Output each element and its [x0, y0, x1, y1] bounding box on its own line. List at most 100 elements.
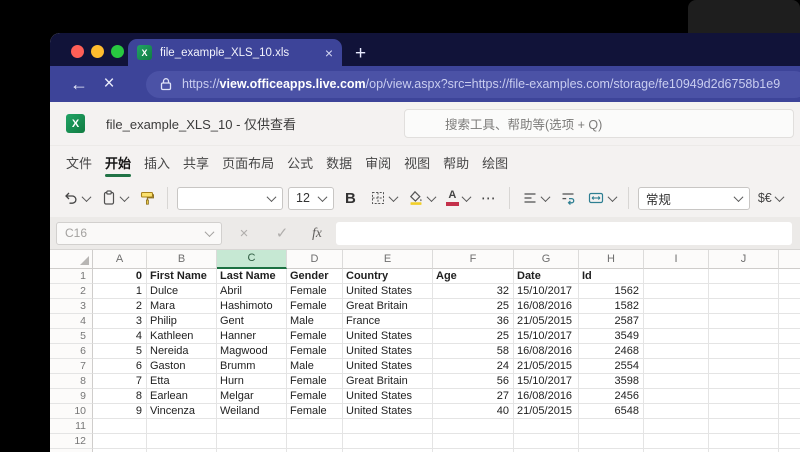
cell-F12[interactable] — [433, 434, 514, 449]
number-format-dropdown[interactable]: 常规 — [637, 186, 750, 210]
row-header-6[interactable]: 6 — [50, 344, 93, 359]
cell-J3[interactable] — [709, 299, 779, 314]
cell-A1[interactable]: 0 — [93, 269, 147, 284]
borders-button[interactable] — [367, 187, 400, 209]
cell-B8[interactable]: Etta — [147, 374, 217, 389]
cell-H2[interactable]: 1562 — [579, 284, 644, 299]
cell-A12[interactable] — [93, 434, 147, 449]
cell-G1[interactable]: Date — [514, 269, 579, 284]
ribbon-tab-公式[interactable]: 公式 — [287, 147, 313, 178]
cell-H4[interactable]: 2587 — [579, 314, 644, 329]
cell-E5[interactable]: United States — [343, 329, 433, 344]
cell-I11[interactable] — [644, 419, 709, 434]
cell-H9[interactable]: 2456 — [579, 389, 644, 404]
cell-I12[interactable] — [644, 434, 709, 449]
row-header-5[interactable]: 5 — [50, 329, 93, 344]
cell-E8[interactable]: Great Britain — [343, 374, 433, 389]
column-header-G[interactable]: G — [514, 250, 579, 269]
cell-A11[interactable] — [93, 419, 147, 434]
undo-button[interactable] — [60, 187, 93, 209]
stop-button[interactable]: × — [94, 73, 124, 95]
cell-F6[interactable]: 58 — [433, 344, 514, 359]
cell-D6[interactable]: Female — [287, 344, 343, 359]
cell-C11[interactable] — [217, 419, 287, 434]
cell-E4[interactable]: France — [343, 314, 433, 329]
cell-B6[interactable]: Nereida — [147, 344, 217, 359]
cell-C3[interactable]: Hashimoto — [217, 299, 287, 314]
cell-G9[interactable]: 16/08/2016 — [514, 389, 579, 404]
close-tab-icon[interactable]: × — [325, 46, 333, 60]
cell-D9[interactable]: Female — [287, 389, 343, 404]
cell-G4[interactable]: 21/05/2015 — [514, 314, 579, 329]
row-header-8[interactable]: 8 — [50, 374, 93, 389]
cell-C4[interactable]: Gent — [217, 314, 287, 329]
cell-A3[interactable]: 2 — [93, 299, 147, 314]
cell-H8[interactable]: 3598 — [579, 374, 644, 389]
cell-F3[interactable]: 25 — [433, 299, 514, 314]
cell-J2[interactable] — [709, 284, 779, 299]
name-box[interactable]: C16 — [56, 221, 222, 245]
url-bar[interactable]: https://view.officeapps.live.com/op/view… — [146, 70, 800, 98]
cell-B12[interactable] — [147, 434, 217, 449]
cell-C10[interactable]: Weiland — [217, 404, 287, 419]
cell-A8[interactable]: 7 — [93, 374, 147, 389]
cell-E3[interactable]: Great Britain — [343, 299, 433, 314]
cell-F2[interactable]: 32 — [433, 284, 514, 299]
ribbon-tab-审阅[interactable]: 审阅 — [365, 147, 391, 178]
cell-J4[interactable] — [709, 314, 779, 329]
cell-D10[interactable]: Female — [287, 404, 343, 419]
ribbon-tab-文件[interactable]: 文件 — [66, 147, 92, 178]
cell-G12[interactable] — [514, 434, 579, 449]
cell-D8[interactable]: Female — [287, 374, 343, 389]
row-header-9[interactable]: 9 — [50, 389, 93, 404]
insert-function-button[interactable]: fx — [304, 225, 330, 241]
cell-J6[interactable] — [709, 344, 779, 359]
cell-E6[interactable]: United States — [343, 344, 433, 359]
cell-C8[interactable]: Hurn — [217, 374, 287, 389]
font-name-dropdown[interactable] — [177, 186, 283, 210]
formula-input[interactable] — [336, 221, 792, 245]
cell-A4[interactable]: 3 — [93, 314, 147, 329]
cell-H3[interactable]: 1582 — [579, 299, 644, 314]
cell-D3[interactable]: Female — [287, 299, 343, 314]
column-header-B[interactable]: B — [147, 250, 217, 269]
cell-C2[interactable]: Abril — [217, 284, 287, 299]
select-all-corner[interactable] — [50, 250, 93, 269]
cell-A5[interactable]: 4 — [93, 329, 147, 344]
cell-J1[interactable] — [709, 269, 779, 284]
cell-F4[interactable]: 36 — [433, 314, 514, 329]
cell-B5[interactable]: Kathleen — [147, 329, 217, 344]
cell-H12[interactable] — [579, 434, 644, 449]
row-header-1[interactable]: 1 — [50, 269, 93, 284]
cell-H1[interactable]: Id — [579, 269, 644, 284]
ribbon-tab-页面布局[interactable]: 页面布局 — [222, 147, 274, 178]
row-header-10[interactable]: 10 — [50, 404, 93, 419]
cell-B11[interactable] — [147, 419, 217, 434]
cell-H5[interactable]: 3549 — [579, 329, 644, 344]
cell-B4[interactable]: Philip — [147, 314, 217, 329]
font-size-dropdown[interactable]: 12 — [288, 186, 334, 210]
cell-E12[interactable] — [343, 434, 433, 449]
cell-I3[interactable] — [644, 299, 709, 314]
cell-H10[interactable]: 6548 — [579, 404, 644, 419]
cell-H7[interactable]: 2554 — [579, 359, 644, 374]
cell-E9[interactable]: United States — [343, 389, 433, 404]
browser-tab[interactable]: X file_example_XLS_10.xls × — [128, 39, 342, 66]
row-header-12[interactable]: 12 — [50, 434, 93, 449]
cell-J5[interactable] — [709, 329, 779, 344]
cell-D12[interactable] — [287, 434, 343, 449]
cell-B2[interactable]: Dulce — [147, 284, 217, 299]
search-input[interactable]: 搜索工具、帮助等(选项 + Q) — [404, 109, 794, 138]
alignment-button[interactable] — [519, 187, 552, 209]
row-header-2[interactable]: 2 — [50, 284, 93, 299]
cell-J8[interactable] — [709, 374, 779, 389]
cell-G3[interactable]: 16/08/2016 — [514, 299, 579, 314]
cell-E7[interactable]: United States — [343, 359, 433, 374]
cell-I1[interactable] — [644, 269, 709, 284]
cell-D11[interactable] — [287, 419, 343, 434]
zoom-window-button[interactable] — [111, 45, 124, 58]
cell-J9[interactable] — [709, 389, 779, 404]
cell-I10[interactable] — [644, 404, 709, 419]
cell-J12[interactable] — [709, 434, 779, 449]
cell-C1[interactable]: Last Name — [217, 269, 287, 284]
